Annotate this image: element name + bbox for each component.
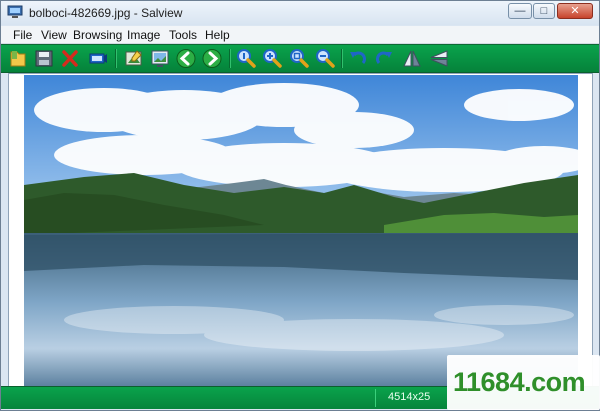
- wallpaper-icon[interactable]: [149, 48, 171, 69]
- site-watermark: 11684.com: [447, 355, 600, 410]
- menu-bar: File View Browsing Image Tools Help: [1, 26, 599, 44]
- menu-tools[interactable]: Tools: [169, 28, 197, 42]
- zoom-actual-icon[interactable]: [235, 48, 257, 69]
- rotate-left-icon[interactable]: [347, 48, 369, 69]
- toolbar: [1, 44, 599, 73]
- flip-vertical-icon[interactable]: [428, 48, 450, 69]
- minimize-button[interactable]: —: [508, 3, 532, 19]
- watermark-text: 11684.com: [453, 367, 586, 397]
- image-canvas[interactable]: [8, 73, 593, 388]
- toolbar-separator: [341, 49, 343, 68]
- zoom-in-icon[interactable]: [261, 48, 283, 69]
- previous-icon[interactable]: [175, 48, 197, 69]
- menu-help[interactable]: Help: [205, 28, 230, 42]
- toolbar-separator: [115, 49, 117, 68]
- maximize-button[interactable]: □: [533, 3, 555, 19]
- edit-image-icon[interactable]: [123, 48, 145, 69]
- menu-view[interactable]: View: [41, 28, 67, 42]
- title-bar: bolboci-482669.jpg - Salview — □ ✕: [1, 1, 599, 25]
- open-folder-icon[interactable]: [7, 48, 29, 69]
- slideshow-icon[interactable]: [87, 48, 109, 69]
- app-icon: [7, 5, 23, 18]
- next-icon[interactable]: [201, 48, 223, 69]
- close-button[interactable]: ✕: [557, 3, 593, 19]
- menu-image[interactable]: Image: [127, 28, 160, 42]
- delete-icon[interactable]: [59, 48, 81, 69]
- rotate-right-icon[interactable]: [373, 48, 395, 69]
- menu-browsing[interactable]: Browsing: [73, 28, 122, 42]
- app-window: bolboci-482669.jpg - Salview — □ ✕ File …: [0, 0, 600, 411]
- status-divider: [375, 389, 376, 407]
- toolbar-separator: [229, 49, 231, 68]
- window-title: bolboci-482669.jpg - Salview: [29, 6, 183, 20]
- zoom-fit-icon[interactable]: [288, 48, 310, 69]
- menu-file[interactable]: File: [13, 28, 32, 42]
- lake-mountain-photo: [24, 75, 578, 387]
- image-dimensions: 4514x25: [388, 391, 431, 403]
- zoom-out-icon[interactable]: [314, 48, 336, 69]
- flip-horizontal-icon[interactable]: [401, 48, 423, 69]
- save-icon[interactable]: [33, 48, 55, 69]
